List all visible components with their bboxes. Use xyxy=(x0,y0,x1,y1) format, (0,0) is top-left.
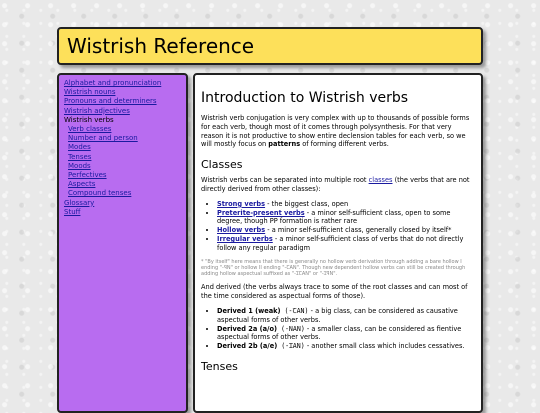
footnote: * "By itself" here means that there is g… xyxy=(201,258,466,278)
list-item: Derived 1 (weak) (-ꞆAN) - a big class, c… xyxy=(217,307,475,325)
preterite-present-link[interactable]: Preterite-present verbs xyxy=(217,209,305,217)
intro-text-end: of forming different verbs. xyxy=(300,140,389,149)
derived-suffix: (-ꞮAN) xyxy=(277,342,305,351)
intro-bold: patterns xyxy=(268,140,301,149)
derived-paragraph: And derived (the verbs always trace to s… xyxy=(201,283,468,301)
derived-name: Derived 1 (weak) xyxy=(217,307,281,316)
nav-adjectives[interactable]: Wistrish adjectives xyxy=(64,107,186,116)
main-content: Introduction to Wistrish verbs Wistrish … xyxy=(193,73,483,413)
hollow-verbs-link[interactable]: Hollow verbs xyxy=(217,226,265,234)
tenses-heading: Tenses xyxy=(201,360,238,374)
list-item-desc: - the biggest class, open xyxy=(265,199,349,208)
classes-text: Wistrish verbs can be separated into mul… xyxy=(201,176,369,185)
list-item-desc: - another small class which includes ces… xyxy=(304,342,465,351)
list-item: Irregular verbs - a minor self-sufficien… xyxy=(217,235,475,253)
derived-suffix: (-NAN) xyxy=(277,324,305,333)
derived-suffix: (-ꞆAN) xyxy=(280,307,309,316)
intro-paragraph: Wistrish verb conjugation is very comple… xyxy=(201,114,475,149)
derived-classes-list: Derived 1 (weak) (-ꞆAN) - a big class, c… xyxy=(201,307,475,351)
site-title: Wistrish Reference xyxy=(67,34,255,58)
nav-moods[interactable]: Moods xyxy=(64,162,186,171)
classes-heading: Classes xyxy=(201,158,243,172)
nav-perfectives[interactable]: Perfectives xyxy=(64,171,186,180)
nav-nouns[interactable]: Wistrish nouns xyxy=(64,88,186,97)
sidebar: Alphabet and pronunciation Wistrish noun… xyxy=(57,73,188,413)
list-item: Hollow verbs - a minor self-sufficient c… xyxy=(217,226,475,235)
classes-link[interactable]: classes xyxy=(369,176,393,184)
nav-pronouns[interactable]: Pronouns and determiners xyxy=(64,97,186,106)
nav-modes[interactable]: Modes xyxy=(64,143,186,152)
nav-tenses[interactable]: Tenses xyxy=(64,153,186,162)
list-item: Preterite-present verbs - a minor self-s… xyxy=(217,209,475,227)
nav-alphabet[interactable]: Alphabet and pronunciation xyxy=(64,79,186,88)
list-item: Derived 2b (a/e) (-ꞮAN) - another small … xyxy=(217,342,475,351)
strong-verbs-link[interactable]: Strong verbs xyxy=(217,200,265,208)
list-item: Strong verbs - the biggest class, open xyxy=(217,200,475,209)
nav-number-person[interactable]: Number and person xyxy=(64,134,186,143)
page-title: Introduction to Wistrish verbs xyxy=(201,90,409,106)
list-item: Derived 2a (a/o) (-NAN) - a smaller clas… xyxy=(217,325,475,343)
derived-name: Derived 2a (a/o) xyxy=(217,324,277,333)
page-header: Wistrish Reference xyxy=(57,27,483,65)
root-classes-list: Strong verbs - the biggest class, open P… xyxy=(201,200,475,253)
classes-paragraph: Wistrish verbs can be separated into mul… xyxy=(201,176,475,194)
irregular-verbs-link[interactable]: Irregular verbs xyxy=(217,235,273,243)
nav-aspects[interactable]: Aspects xyxy=(64,180,186,189)
nav-verbs-current: Wistrish verbs xyxy=(64,115,114,124)
nav-stuff[interactable]: Stuff xyxy=(64,208,186,217)
nav-compound-tenses[interactable]: Compound tenses xyxy=(64,189,186,198)
derived-name: Derived 2b (a/e) xyxy=(217,342,278,351)
sidebar-nav: Alphabet and pronunciation Wistrish noun… xyxy=(64,79,186,217)
nav-glossary[interactable]: Glossary xyxy=(64,199,186,208)
list-item-desc: - a minor self-sufficient class, general… xyxy=(265,226,452,235)
nav-verb-classes[interactable]: Verb classes xyxy=(64,125,186,134)
